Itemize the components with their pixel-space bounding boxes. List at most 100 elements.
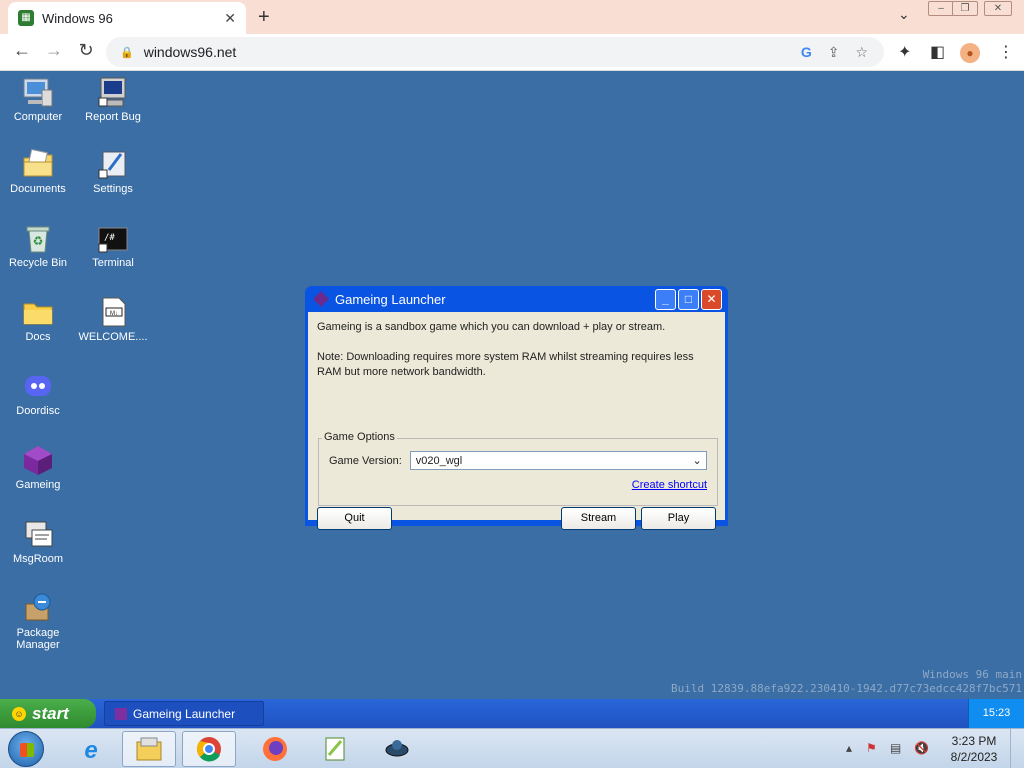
desktop-icon-report-bug[interactable]: Report Bug [75,76,151,123]
network-icon[interactable]: ▤ [890,741,901,755]
window-maximize-button[interactable]: □ [678,288,699,310]
share-icon[interactable]: ⇪ [828,44,840,61]
desktop-icon-label: Recycle Bin [8,257,68,269]
desktop-icon-docs[interactable]: Docs [0,296,76,343]
documents-icon [22,148,54,180]
desktop-icon-welcome[interactable]: M↓ WELCOME.... [75,296,151,343]
close-window-button[interactable]: ✕ [984,1,1012,16]
watermark-line-2: Build 12839.88efa922.230410-1942.d77c73e… [671,682,1022,695]
game-options-group: Game Options Game Version: v020_wgl ⌄ Cr… [318,431,718,506]
desktop-icon-label: Documents [10,183,66,195]
settings-icon [97,148,129,180]
gameing-window-icon [313,291,329,307]
discord-icon [22,370,54,402]
version-label: Game Version: [329,454,402,467]
recycle-bin-icon: ♻ [22,222,54,254]
chrome-icon[interactable] [182,731,236,767]
address-bar[interactable]: 🔒 windows96.net G ⇪ ☆ [106,37,884,67]
internet-explorer-icon[interactable]: e [64,731,118,767]
desktop-icon-label: Package Manager [16,627,60,651]
host-time: 3:23 PM [951,734,997,748]
desktop-icon-package-manager[interactable]: Package Manager [0,592,76,651]
reload-icon[interactable]: ↻ [74,40,98,61]
tab-search-chevron-icon[interactable]: ⌄ [898,6,910,23]
url-text[interactable]: windows96.net [144,44,801,60]
svg-text:e: e [84,737,97,763]
desktop-icon-label: Terminal [92,257,134,269]
desktop-icon-recycle-bin[interactable]: ♻ Recycle Bin [0,222,76,269]
file-explorer-icon[interactable] [122,731,176,767]
desktop-icon-label: MsgRoom [12,553,64,565]
play-button[interactable]: Play [641,507,716,530]
google-lens-icon[interactable]: G [801,44,812,60]
desktop-icon-label: Docs [25,331,51,343]
extensions-puzzle-icon[interactable]: ✦ [898,42,911,62]
windows96-favicon-icon: ▦ [18,10,34,26]
host-date: 8/2/2023 [950,750,998,764]
window-titlebar[interactable]: Gameing Launcher _ □ ✕ [308,286,725,312]
start-label: start [32,703,69,723]
group-label: Game Options [322,431,397,443]
svg-text:♻: ♻ [33,234,44,248]
build-watermark: Windows 96 main Build 12839.88efa922.230… [671,668,1022,696]
browser-toolbar: ← → ↻ 🔒 windows96.net G ⇪ ☆ ✦ ◧ ● ⋮ [0,34,1024,71]
game-controller-icon[interactable] [370,731,424,767]
stream-button[interactable]: Stream [561,507,636,530]
taskbar-item-gameing-launcher[interactable]: Gameing Launcher [104,701,264,726]
gameing-icon [22,444,54,476]
windows-start-orb-icon[interactable] [8,731,44,767]
desktop-icon-label: WELCOME.... [78,331,148,343]
tab-title: Windows 96 [42,10,113,26]
browser-tab[interactable]: ▦ Windows 96 ✕ [8,2,246,34]
desktop-icon-documents[interactable]: Documents [0,148,76,195]
firefox-icon[interactable] [248,731,302,767]
desktop-icon-gameing[interactable]: Gameing [0,444,76,491]
win96-clock[interactable]: 15:23 [968,699,1024,728]
desktop-icon-terminal[interactable]: /# Terminal [75,222,151,269]
forward-arrow-icon[interactable]: → [42,40,66,61]
browser-menu-icon[interactable]: ⋮ [998,42,1014,62]
browser-tab-strip: ▦ Windows 96 ✕ + ⌄ – ❐ ✕ [0,0,1024,34]
window-close-button[interactable]: ✕ [701,288,722,310]
gameing-task-icon [115,707,127,720]
ram-note: Note: Downloading requires more system R… [317,351,694,378]
tab-close-icon[interactable]: ✕ [224,10,236,27]
svg-text:M↓: M↓ [110,311,118,317]
create-shortcut-link[interactable]: Create shortcut [632,479,707,491]
start-button[interactable]: ☺ start [0,699,96,728]
terminal-icon: /# [97,222,129,254]
action-center-icon[interactable]: ⚑ [866,741,877,755]
computer-icon [22,76,54,108]
back-arrow-icon[interactable]: ← [10,40,34,61]
notepad-plus-plus-icon[interactable] [308,731,362,767]
desktop-icon-msgroom[interactable]: MsgRoom [0,518,76,565]
show-desktop-button[interactable] [1010,729,1024,768]
game-description: Gameing is a sandbox game which you can … [317,321,666,333]
game-version-select[interactable]: v020_wgl ⌄ [409,451,707,470]
volume-muted-icon[interactable]: 🔇 [914,741,929,755]
profile-avatar-icon[interactable]: ● [960,43,980,63]
window-minimize-button[interactable]: _ [655,288,676,310]
bookmark-star-icon[interactable]: ☆ [855,44,868,61]
window-body: Gameing is a sandbox game which you can … [308,312,725,530]
show-hidden-icons-icon[interactable]: ▴ [846,741,852,755]
watermark-line-1: Windows 96 main [922,668,1022,681]
quit-button[interactable]: Quit [317,507,392,530]
desktop-icon-label: Computer [13,111,63,123]
restore-window-button[interactable]: ❐ [952,1,978,16]
desktop-icon-doordisc[interactable]: Doordisc [0,370,76,417]
svg-text:/#: /# [104,233,115,243]
lock-icon[interactable]: 🔒 [120,46,134,59]
window-title: Gameing Launcher [335,291,446,307]
task-label: Gameing Launcher [133,706,236,721]
desktop-icon-label: Settings [93,183,133,195]
smiley-icon: ☺ [12,706,26,721]
minimize-window-button[interactable]: – [928,1,954,16]
desktop-icon-settings[interactable]: Settings [75,148,151,195]
host-clock[interactable]: 3:23 PM 8/2/2023 [944,733,1004,765]
side-panel-icon[interactable]: ◧ [930,42,945,62]
version-value: v020_wgl [415,454,463,467]
desktop-icon-computer[interactable]: Computer [0,76,76,123]
win96-taskbar: ☺ start Gameing Launcher 15:23 [0,699,1024,728]
new-tab-button[interactable]: + [258,6,270,29]
